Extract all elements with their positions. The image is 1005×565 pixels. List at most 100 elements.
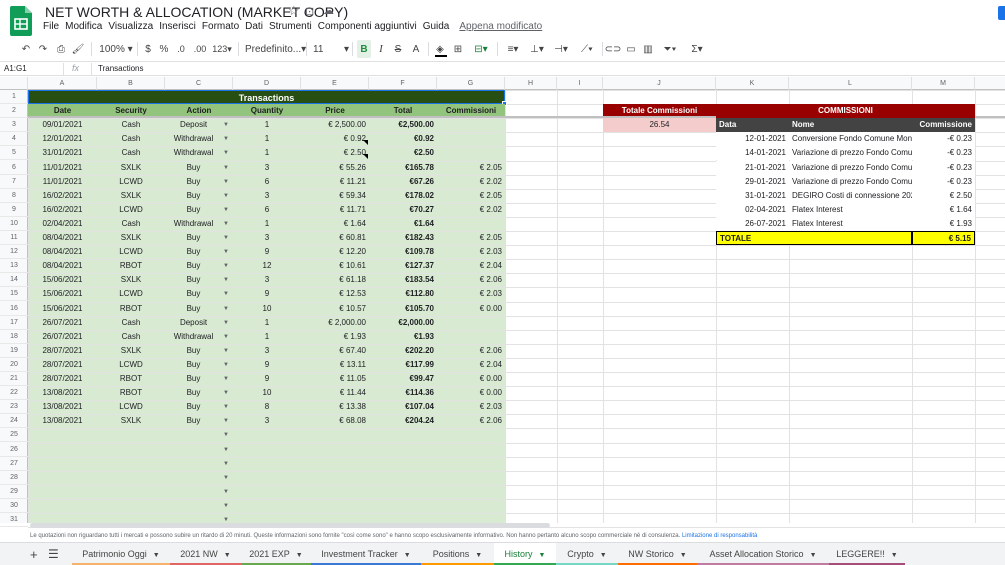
transaction-cell[interactable]: € 0.00: [437, 386, 505, 400]
horizontal-scrollbar[interactable]: [30, 523, 550, 528]
transaction-cell[interactable]: €204.24: [369, 414, 437, 428]
transaction-cell[interactable]: 9: [233, 245, 301, 259]
commissione-cell[interactable]: 21-01-2021: [716, 160, 789, 175]
transaction-cell[interactable]: 13/08/2021: [28, 414, 97, 428]
transaction-cell[interactable]: Cash: [97, 316, 165, 330]
transaction-cell[interactable]: € 2.02: [437, 175, 505, 189]
disclaimer-link[interactable]: Limitazione di responsabilità: [682, 533, 757, 539]
transaction-cell[interactable]: RBOT: [97, 386, 165, 400]
comment-marker[interactable]: [363, 154, 368, 160]
transaction-cell[interactable]: 3: [233, 344, 301, 358]
transaction-cell[interactable]: € 0.00: [437, 372, 505, 386]
commissione-cell[interactable]: € 2.50: [912, 188, 975, 203]
action-dropdown-arrow[interactable]: ▼: [221, 386, 231, 400]
transaction-cell[interactable]: € 2.05: [437, 189, 505, 203]
totale-commissioni-value[interactable]: 26.54: [603, 118, 716, 133]
commissioni-total-value[interactable]: € 5.15: [912, 231, 975, 245]
sheet-tab-patrimonio-oggi[interactable]: Patrimonio Oggi ▼: [72, 543, 170, 565]
transaction-cell[interactable]: €112.80: [369, 287, 437, 301]
action-dropdown-arrow[interactable]: ▼: [221, 175, 231, 189]
commissione-cell[interactable]: Flatex Interest: [789, 202, 912, 217]
action-dropdown-arrow[interactable]: ▼: [221, 203, 231, 217]
commissione-cell[interactable]: -€ 0.23: [912, 160, 975, 175]
commissione-cell[interactable]: € 1.64: [912, 202, 975, 217]
transaction-cell[interactable]: 1: [233, 316, 301, 330]
transaction-cell[interactable]: 10: [233, 386, 301, 400]
transaction-cell[interactable]: Cash: [97, 330, 165, 344]
transaction-cell[interactable]: 9: [233, 287, 301, 301]
transaction-cell[interactable]: € 10.57: [301, 302, 369, 316]
transaction-cell[interactable]: € 2.06: [437, 273, 505, 287]
action-dropdown-arrow[interactable]: ▼: [221, 499, 231, 513]
commissione-cell[interactable]: Variazione di prezzo Fondo Comu: [789, 160, 912, 175]
action-dropdown-arrow[interactable]: ▼: [221, 132, 231, 146]
transaction-cell[interactable]: 26/07/2021: [28, 316, 97, 330]
commissione-cell[interactable]: 26-07-2021: [716, 216, 789, 231]
chevron-down-icon[interactable]: ▼: [153, 552, 160, 559]
transaction-cell[interactable]: € 59.34: [301, 189, 369, 203]
transaction-cell[interactable]: €178.02: [369, 189, 437, 203]
transaction-cell[interactable]: €202.20: [369, 344, 437, 358]
transaction-cell[interactable]: 31/01/2021: [28, 146, 97, 160]
transaction-cell[interactable]: 1: [233, 132, 301, 146]
transaction-cell[interactable]: LCWD: [97, 245, 165, 259]
transaction-cell[interactable]: 12: [233, 259, 301, 273]
transaction-cell[interactable]: 08/04/2021: [28, 259, 97, 273]
transaction-cell[interactable]: 1: [233, 146, 301, 160]
transaction-cell[interactable]: SXLK: [97, 189, 165, 203]
transaction-cell[interactable]: €1.64: [369, 217, 437, 231]
transaction-cell[interactable]: €127.37: [369, 259, 437, 273]
transaction-cell[interactable]: Cash: [97, 118, 165, 132]
transaction-cell[interactable]: € 12.53: [301, 287, 369, 301]
transaction-cell[interactable]: € 13.11: [301, 358, 369, 372]
all-sheets-icon[interactable]: ☰: [48, 547, 59, 561]
transaction-cell[interactable]: € 2.03: [437, 287, 505, 301]
commissione-cell[interactable]: -€ 0.23: [912, 146, 975, 161]
transaction-cell[interactable]: € 0.92: [301, 132, 369, 146]
transaction-cell[interactable]: LCWD: [97, 358, 165, 372]
action-dropdown-arrow[interactable]: ▼: [221, 217, 231, 231]
transaction-cell[interactable]: € 2.03: [437, 400, 505, 414]
transaction-cell[interactable]: €70.27: [369, 203, 437, 217]
transaction-cell[interactable]: [437, 316, 505, 330]
transaction-cell[interactable]: 15/06/2021: [28, 287, 97, 301]
transaction-cell[interactable]: €182.43: [369, 231, 437, 245]
sheet-tab-investment-tracker[interactable]: Investment Tracker ▼: [311, 543, 421, 565]
transaction-cell[interactable]: 28/07/2021: [28, 344, 97, 358]
transaction-cell[interactable]: € 0.00: [437, 302, 505, 316]
transaction-cell[interactable]: €117.99: [369, 358, 437, 372]
transaction-cell[interactable]: € 1.64: [301, 217, 369, 231]
transaction-cell[interactable]: 3: [233, 231, 301, 245]
commissione-cell[interactable]: -€ 0.23: [912, 174, 975, 189]
transaction-cell[interactable]: 3: [233, 161, 301, 175]
transaction-cell[interactable]: 6: [233, 203, 301, 217]
transaction-cell[interactable]: 02/04/2021: [28, 217, 97, 231]
transaction-cell[interactable]: €99.47: [369, 372, 437, 386]
transaction-cell[interactable]: [437, 146, 505, 160]
transaction-cell[interactable]: € 67.40: [301, 344, 369, 358]
action-dropdown-arrow[interactable]: ▼: [221, 344, 231, 358]
transaction-cell[interactable]: €67.26: [369, 175, 437, 189]
transaction-cell[interactable]: 13/08/2021: [28, 386, 97, 400]
transaction-cell[interactable]: € 60.81: [301, 231, 369, 245]
action-dropdown-arrow[interactable]: ▼: [221, 428, 231, 442]
commissione-cell[interactable]: 29-01-2021: [716, 174, 789, 189]
transaction-cell[interactable]: SXLK: [97, 344, 165, 358]
sheet-tab-positions[interactable]: Positions ▼: [421, 543, 494, 565]
action-dropdown-arrow[interactable]: ▼: [221, 231, 231, 245]
sheet-tab-2021-exp[interactable]: 2021 EXP ▼: [241, 543, 311, 565]
transaction-cell[interactable]: RBOT: [97, 302, 165, 316]
commissione-cell[interactable]: Variazione di prezzo Fondo Comu: [789, 146, 912, 161]
transaction-cell[interactable]: 6: [233, 175, 301, 189]
sheet-tab-crypto[interactable]: Crypto ▼: [556, 543, 618, 565]
cell-grid[interactable]: Transactions Date Security Action Quantity Pr…: [0, 0, 1005, 565]
transaction-cell[interactable]: 15/06/2021: [28, 273, 97, 287]
transaction-cell[interactable]: €1.93: [369, 330, 437, 344]
transaction-cell[interactable]: €105.70: [369, 302, 437, 316]
transaction-cell[interactable]: € 61.18: [301, 273, 369, 287]
action-dropdown-arrow[interactable]: ▼: [221, 273, 231, 287]
transaction-cell[interactable]: RBOT: [97, 372, 165, 386]
action-dropdown-arrow[interactable]: ▼: [221, 457, 231, 471]
chevron-down-icon[interactable]: ▼: [600, 552, 607, 559]
transaction-cell[interactable]: 11/01/2021: [28, 161, 97, 175]
